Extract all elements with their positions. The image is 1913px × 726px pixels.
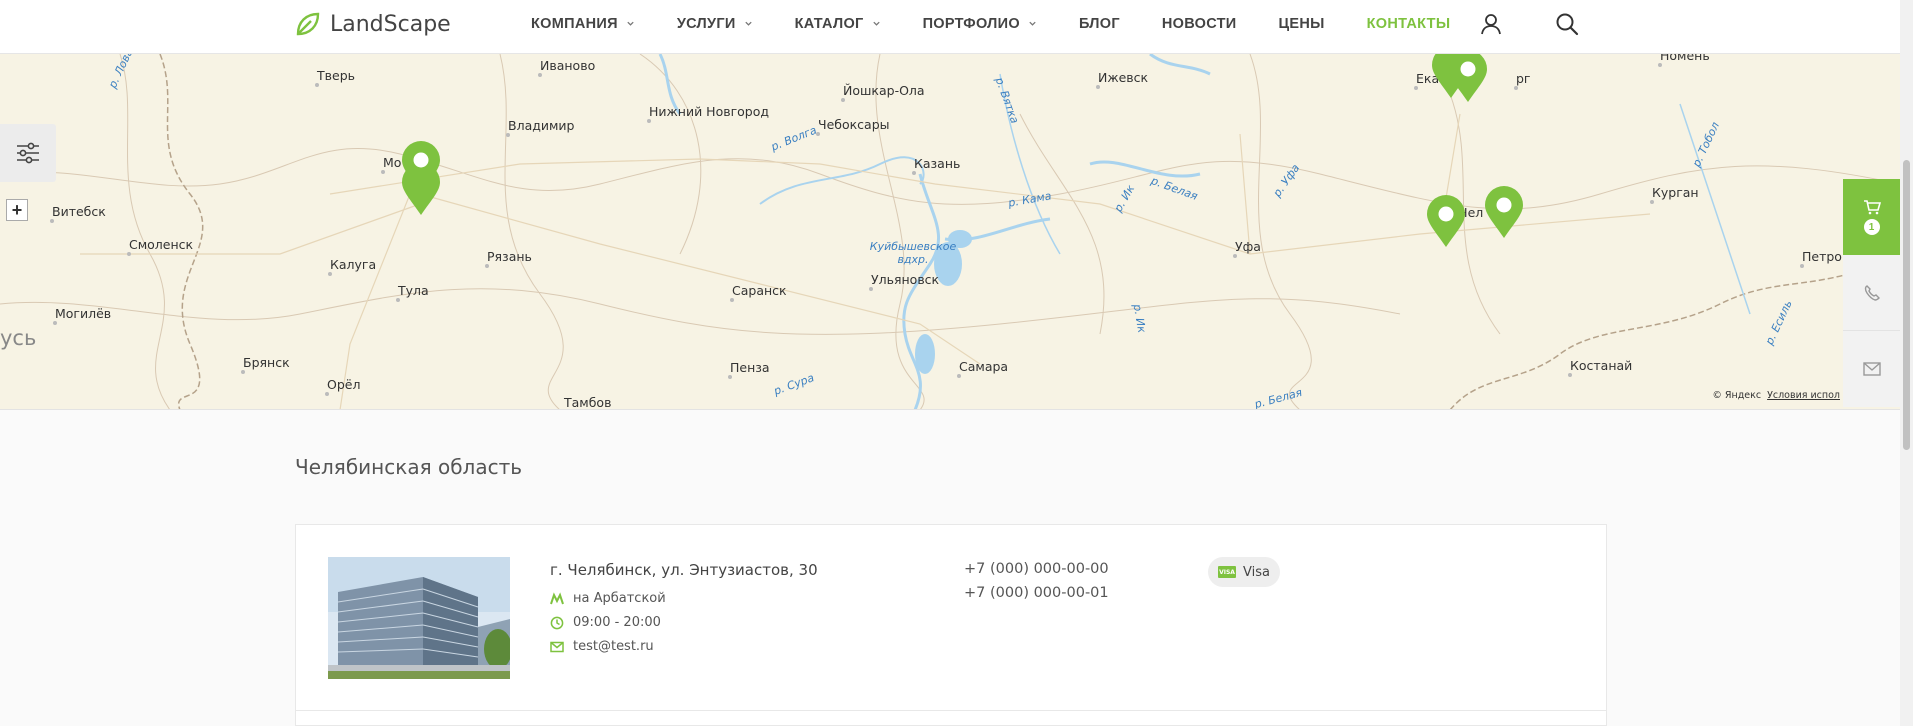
user-icon[interactable]	[1479, 12, 1503, 36]
map-pin-icon[interactable]	[1425, 195, 1467, 249]
office-map[interactable]: усь Тверь Иваново Йошкар-Ола Ижевск Ека …	[0, 54, 1900, 410]
nav-item-services[interactable]: УСЛУГИ	[677, 16, 753, 32]
logo[interactable]: LandScape	[294, 10, 451, 38]
map-city-label: Чебоксары	[816, 117, 890, 136]
map-city-label: Брянск	[241, 355, 290, 374]
office-address: г. Челябинск, ул. Энтузиастов, 30	[550, 561, 818, 579]
page-scrollbar[interactable]	[1900, 0, 1913, 726]
map-city-label: Курган	[1650, 185, 1699, 204]
office-photo[interactable]	[328, 557, 510, 679]
mail-icon	[1862, 362, 1881, 376]
map-filter-button[interactable]	[0, 124, 56, 182]
region-title: Челябинская область	[295, 455, 523, 479]
office-phone[interactable]: +7 (000) 000-00-00	[964, 561, 1109, 577]
map-city-label: Мо	[380, 155, 402, 174]
office-metro: на Арбатской	[550, 591, 666, 606]
map-city-label: Саранск	[730, 283, 787, 302]
map-city-label: Иваново	[537, 58, 596, 77]
map-city-label: Смоленск	[126, 237, 194, 256]
map-city-label: Орёл	[324, 377, 361, 396]
callback-button[interactable]	[1843, 255, 1900, 331]
map-pin-icon[interactable]	[400, 141, 442, 195]
site-header: LandScape КОМПАНИЯ УСЛУГИ КАТАЛОГ ПОРТФО…	[0, 0, 1900, 54]
map-copyright: © Яндекс Условия испол	[1712, 390, 1840, 401]
nav-item-news[interactable]: НОВОСТИ	[1162, 16, 1237, 32]
map-pin-icon[interactable]	[1447, 54, 1489, 104]
map-city-label: Ульяновск	[868, 272, 940, 291]
search-icon[interactable]	[1555, 12, 1579, 36]
visa-icon: VISA	[1218, 566, 1236, 578]
map-reservoir-label: Куйбышевское вдхр.	[869, 240, 957, 266]
metro-icon	[550, 591, 564, 604]
map-city-label: Казань	[911, 156, 961, 175]
card-divider	[296, 710, 1606, 711]
map-terms-link[interactable]: Условия испол	[1767, 390, 1840, 401]
chevron-down-icon	[872, 21, 880, 26]
map-city-label: Уфа	[1233, 239, 1261, 258]
map-zoom-in-button[interactable]: +	[6, 199, 28, 221]
map-city-label: Могилёв	[52, 306, 112, 325]
map-city-label: Владимир	[505, 118, 575, 137]
cart-button[interactable]: 1	[1843, 179, 1900, 255]
map-city-label: Витебск	[50, 204, 106, 223]
clock-icon	[550, 616, 564, 629]
map-city-label: Рязань	[485, 249, 532, 268]
nav-item-portfolio[interactable]: ПОРТФОЛИО	[923, 16, 1037, 32]
chevron-down-icon	[627, 21, 634, 26]
cart-icon	[1863, 200, 1881, 215]
nav-item-blog[interactable]: БЛОГ	[1079, 16, 1120, 32]
map-city-label: Ижевск	[1095, 70, 1149, 89]
map-city-label: Йошкар-Ола	[841, 83, 925, 102]
office-email[interactable]: test@test.ru	[550, 639, 654, 654]
cart-count-badge: 1	[1863, 219, 1880, 235]
leaf-logo-icon	[296, 12, 320, 36]
main-nav: КОМПАНИЯ УСЛУГИ КАТАЛОГ ПОРТФОЛИО БЛОГ Н…	[531, 0, 1492, 47]
nav-item-contacts[interactable]: КОНТАКТЫ	[1367, 16, 1451, 32]
map-city-label: Номень	[1658, 54, 1710, 67]
office-building-image	[328, 557, 510, 679]
chevron-down-icon	[1029, 21, 1036, 26]
feedback-button[interactable]	[1843, 331, 1900, 407]
map-city-label: Тамбов	[564, 395, 612, 410]
logo-text: LandScape	[330, 11, 451, 37]
phone-icon	[1864, 284, 1880, 301]
office-hours: 09:00 - 20:00	[550, 615, 661, 630]
nav-item-catalog[interactable]: КАТАЛОГ	[795, 16, 881, 32]
office-phone[interactable]: +7 (000) 000-00-01	[964, 585, 1109, 601]
map-city-label: Самара	[956, 359, 1009, 378]
country-label: усь	[0, 326, 37, 350]
map-city-label: рг	[1514, 71, 1531, 90]
map-pin-icon[interactable]	[1483, 186, 1525, 240]
chevron-down-icon	[744, 21, 752, 26]
map-city-label: Нижний Новгород	[646, 104, 770, 123]
nav-item-prices[interactable]: ЦЕНЫ	[1279, 16, 1325, 32]
office-card: г. Челябинск, ул. Энтузиастов, 30 на Арб…	[295, 524, 1607, 726]
scrollbar-thumb[interactable]	[1903, 160, 1910, 450]
map-city-label: Костанай	[1567, 358, 1633, 377]
filter-icon	[17, 142, 39, 164]
mail-icon	[550, 641, 564, 652]
map-city-label: Тула	[396, 283, 429, 302]
map-city-label: Тверь	[315, 68, 355, 87]
map-city-label: Пенза	[728, 360, 770, 379]
payment-badge: VISA Visa	[1208, 557, 1280, 587]
nav-item-company[interactable]: КОМПАНИЯ	[531, 16, 635, 32]
map-city-label: Калуга	[327, 257, 377, 276]
